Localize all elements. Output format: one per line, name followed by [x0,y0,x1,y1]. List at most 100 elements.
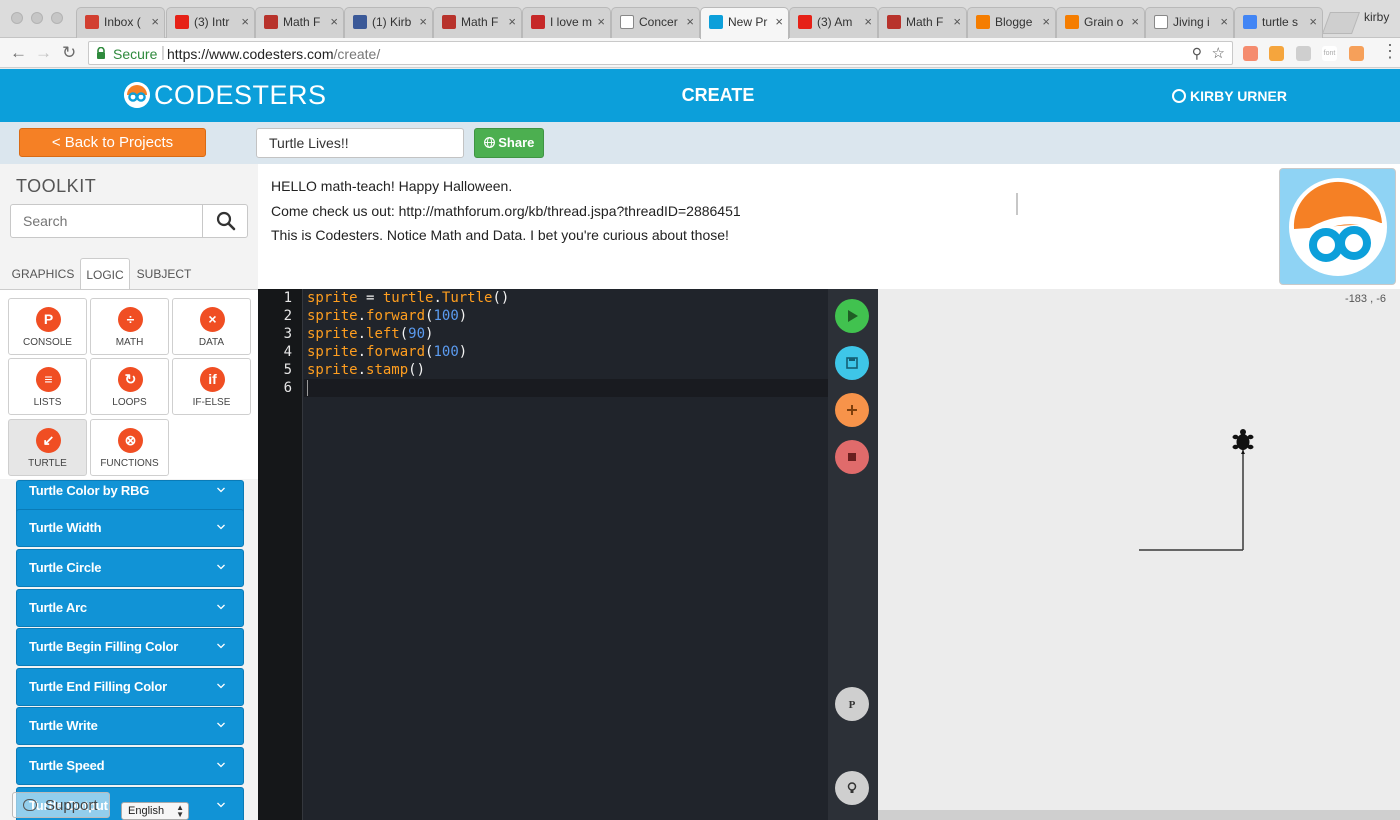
browser-tab[interactable]: New Pr × [700,7,789,39]
profile-extension-icon[interactable] [1349,46,1364,61]
close-tab-icon[interactable]: × [1220,14,1228,29]
save-button[interactable] [835,346,869,380]
close-tab-icon[interactable]: × [1309,14,1317,29]
code-token: () [408,362,426,378]
toolkit-tile-label: LISTS [33,397,62,408]
toolkit-tile-if-else[interactable]: if IF-ELSE [172,358,251,415]
blogger-extension-icon[interactable] [1269,46,1284,61]
browser-tab[interactable]: Jiving i × [1145,7,1234,38]
address-bar[interactable]: Secure | https://www.codesters.com/creat… [88,41,1233,65]
turtle-command-item[interactable]: Turtle Speed [16,747,244,785]
browser-tab[interactable]: Blogge × [967,7,1056,38]
code-line[interactable]: sprite = turtle.Turtle() [307,290,509,306]
zoom-icon[interactable]: ⚲ [1192,45,1202,62]
tab-subject[interactable]: SUBJECT [132,258,196,290]
turtle-command-item[interactable]: Turtle Circle [16,549,244,587]
toolkit-tile-label: CONSOLE [23,337,72,348]
toolkit-tile-math[interactable]: ÷ MATH [90,298,169,355]
close-tab-icon[interactable]: × [864,14,872,29]
close-tab-icon[interactable]: × [1131,14,1139,29]
toolkit-tile-lists[interactable]: ≡ LISTS [8,358,87,415]
toolkit-search-button[interactable] [202,204,248,238]
console-toggle-button[interactable]: P [835,687,869,721]
menu-kebab-icon[interactable]: ⋮ [1381,41,1399,62]
code-token: sprite [307,344,358,360]
turtle-command-item[interactable]: Turtle Begin Filling Color [16,628,244,666]
toolkit-tile-functions[interactable]: ⊗ FUNCTIONS [90,419,169,476]
turtle-command-item[interactable]: Turtle Write [16,707,244,745]
reload-icon[interactable]: ↻ [62,43,76,63]
browser-tab[interactable]: (3) Am × [789,7,878,38]
turtle-command-item[interactable]: Turtle End Filling Color [16,668,244,706]
code-token: ) [458,308,468,324]
user-icon [1172,89,1186,103]
close-tab-icon[interactable]: × [775,14,783,29]
back-to-projects-button[interactable]: < Back to Projects [19,128,206,157]
browser-tab[interactable]: Math F × [255,7,344,38]
browser-tab[interactable]: turtle s × [1234,7,1323,38]
codesters-thumbnail-icon [1289,178,1387,276]
tab-logic[interactable]: LOGIC [80,258,130,290]
toolkit-tile-data[interactable]: × DATA [172,298,251,355]
close-tab-icon[interactable]: × [597,14,605,29]
toolkit-tile-turtle[interactable]: ↙ TURTLE [8,419,87,476]
user-menu[interactable]: KIRBY URNER [1172,88,1287,104]
close-tab-icon[interactable]: × [953,14,961,29]
project-thumbnail[interactable] [1279,168,1396,285]
close-tab-icon[interactable]: × [1042,14,1050,29]
close-tab-icon[interactable]: × [241,14,249,29]
browser-tab[interactable]: Concer × [611,7,700,38]
new-tab-button[interactable] [1321,12,1361,34]
line-number: 4 [283,344,292,360]
close-tab-icon[interactable]: × [151,14,159,29]
project-bar: < Back to Projects Share [0,122,1400,164]
code-token: left [366,326,400,342]
code-line[interactable]: sprite.forward(100) [307,344,467,360]
browser-tab[interactable]: Inbox (× [76,7,165,38]
add-button[interactable] [835,393,869,427]
bookmark-star-icon[interactable]: ☆ [1212,44,1225,62]
close-tab-icon[interactable]: × [419,14,427,29]
browser-tab[interactable]: Math F × [433,7,522,38]
turtle-stage[interactable]: -183 , -6 [878,289,1400,810]
hint-button[interactable] [835,771,869,805]
window-close-button[interactable] [11,12,23,24]
drive-extension-icon[interactable] [1296,46,1311,61]
font-extension-icon[interactable]: font [1322,46,1337,61]
toolkit-tile-label: LOOPS [112,397,147,408]
code-editor[interactable]: 123456 sprite = turtle.Turtle() sprite.fo… [258,289,828,820]
close-tab-icon[interactable]: × [508,14,516,29]
project-title-input[interactable] [256,128,464,158]
window-zoom-button[interactable] [51,12,63,24]
close-tab-icon[interactable]: × [330,14,338,29]
turtle-command-item[interactable]: Turtle Arc [16,589,244,627]
tab-graphics[interactable]: GRAPHICS [8,258,78,290]
browser-tab[interactable]: (3) Intr × [166,7,255,38]
browser-profile-name[interactable]: kirby [1364,10,1389,24]
stop-button[interactable] [835,440,869,474]
description-text[interactable]: HELLO math-teach! Happy Halloween. Come … [271,174,1201,259]
chevron-down-icon [217,564,225,570]
code-line[interactable]: sprite.stamp() [307,362,425,378]
support-button[interactable]: Support [12,792,110,818]
share-button[interactable]: Share [474,128,544,158]
back-arrow-icon[interactable]: ← [10,43,27,63]
browser-toolbar: ← → ↻ Secure | https://www.codesters.com… [0,38,1400,68]
language-select[interactable]: English ▲ ▼ [121,802,189,820]
toolkit-tile-console[interactable]: P CONSOLE [8,298,87,355]
browser-tab[interactable]: I love m × [522,7,611,38]
plus-extension-icon[interactable] [1243,46,1258,61]
code-line[interactable]: sprite.forward(100) [307,308,467,324]
turtle-command-item[interactable]: Turtle Width [16,509,244,547]
toolkit-tile-loops[interactable]: ↻ LOOPS [90,358,169,415]
browser-tab[interactable]: (1) Kirb × [344,7,433,38]
run-button[interactable] [835,299,869,333]
chevron-down-icon [217,802,225,808]
browser-tab[interactable]: Grain o × [1056,7,1145,38]
code-line[interactable]: sprite.left(90) [307,326,433,342]
forward-arrow-icon[interactable]: → [35,43,52,63]
window-minimize-button[interactable] [31,12,43,24]
toolkit-search-input[interactable] [10,204,203,238]
close-tab-icon[interactable]: × [686,14,694,29]
browser-tab[interactable]: Math F × [878,7,967,38]
